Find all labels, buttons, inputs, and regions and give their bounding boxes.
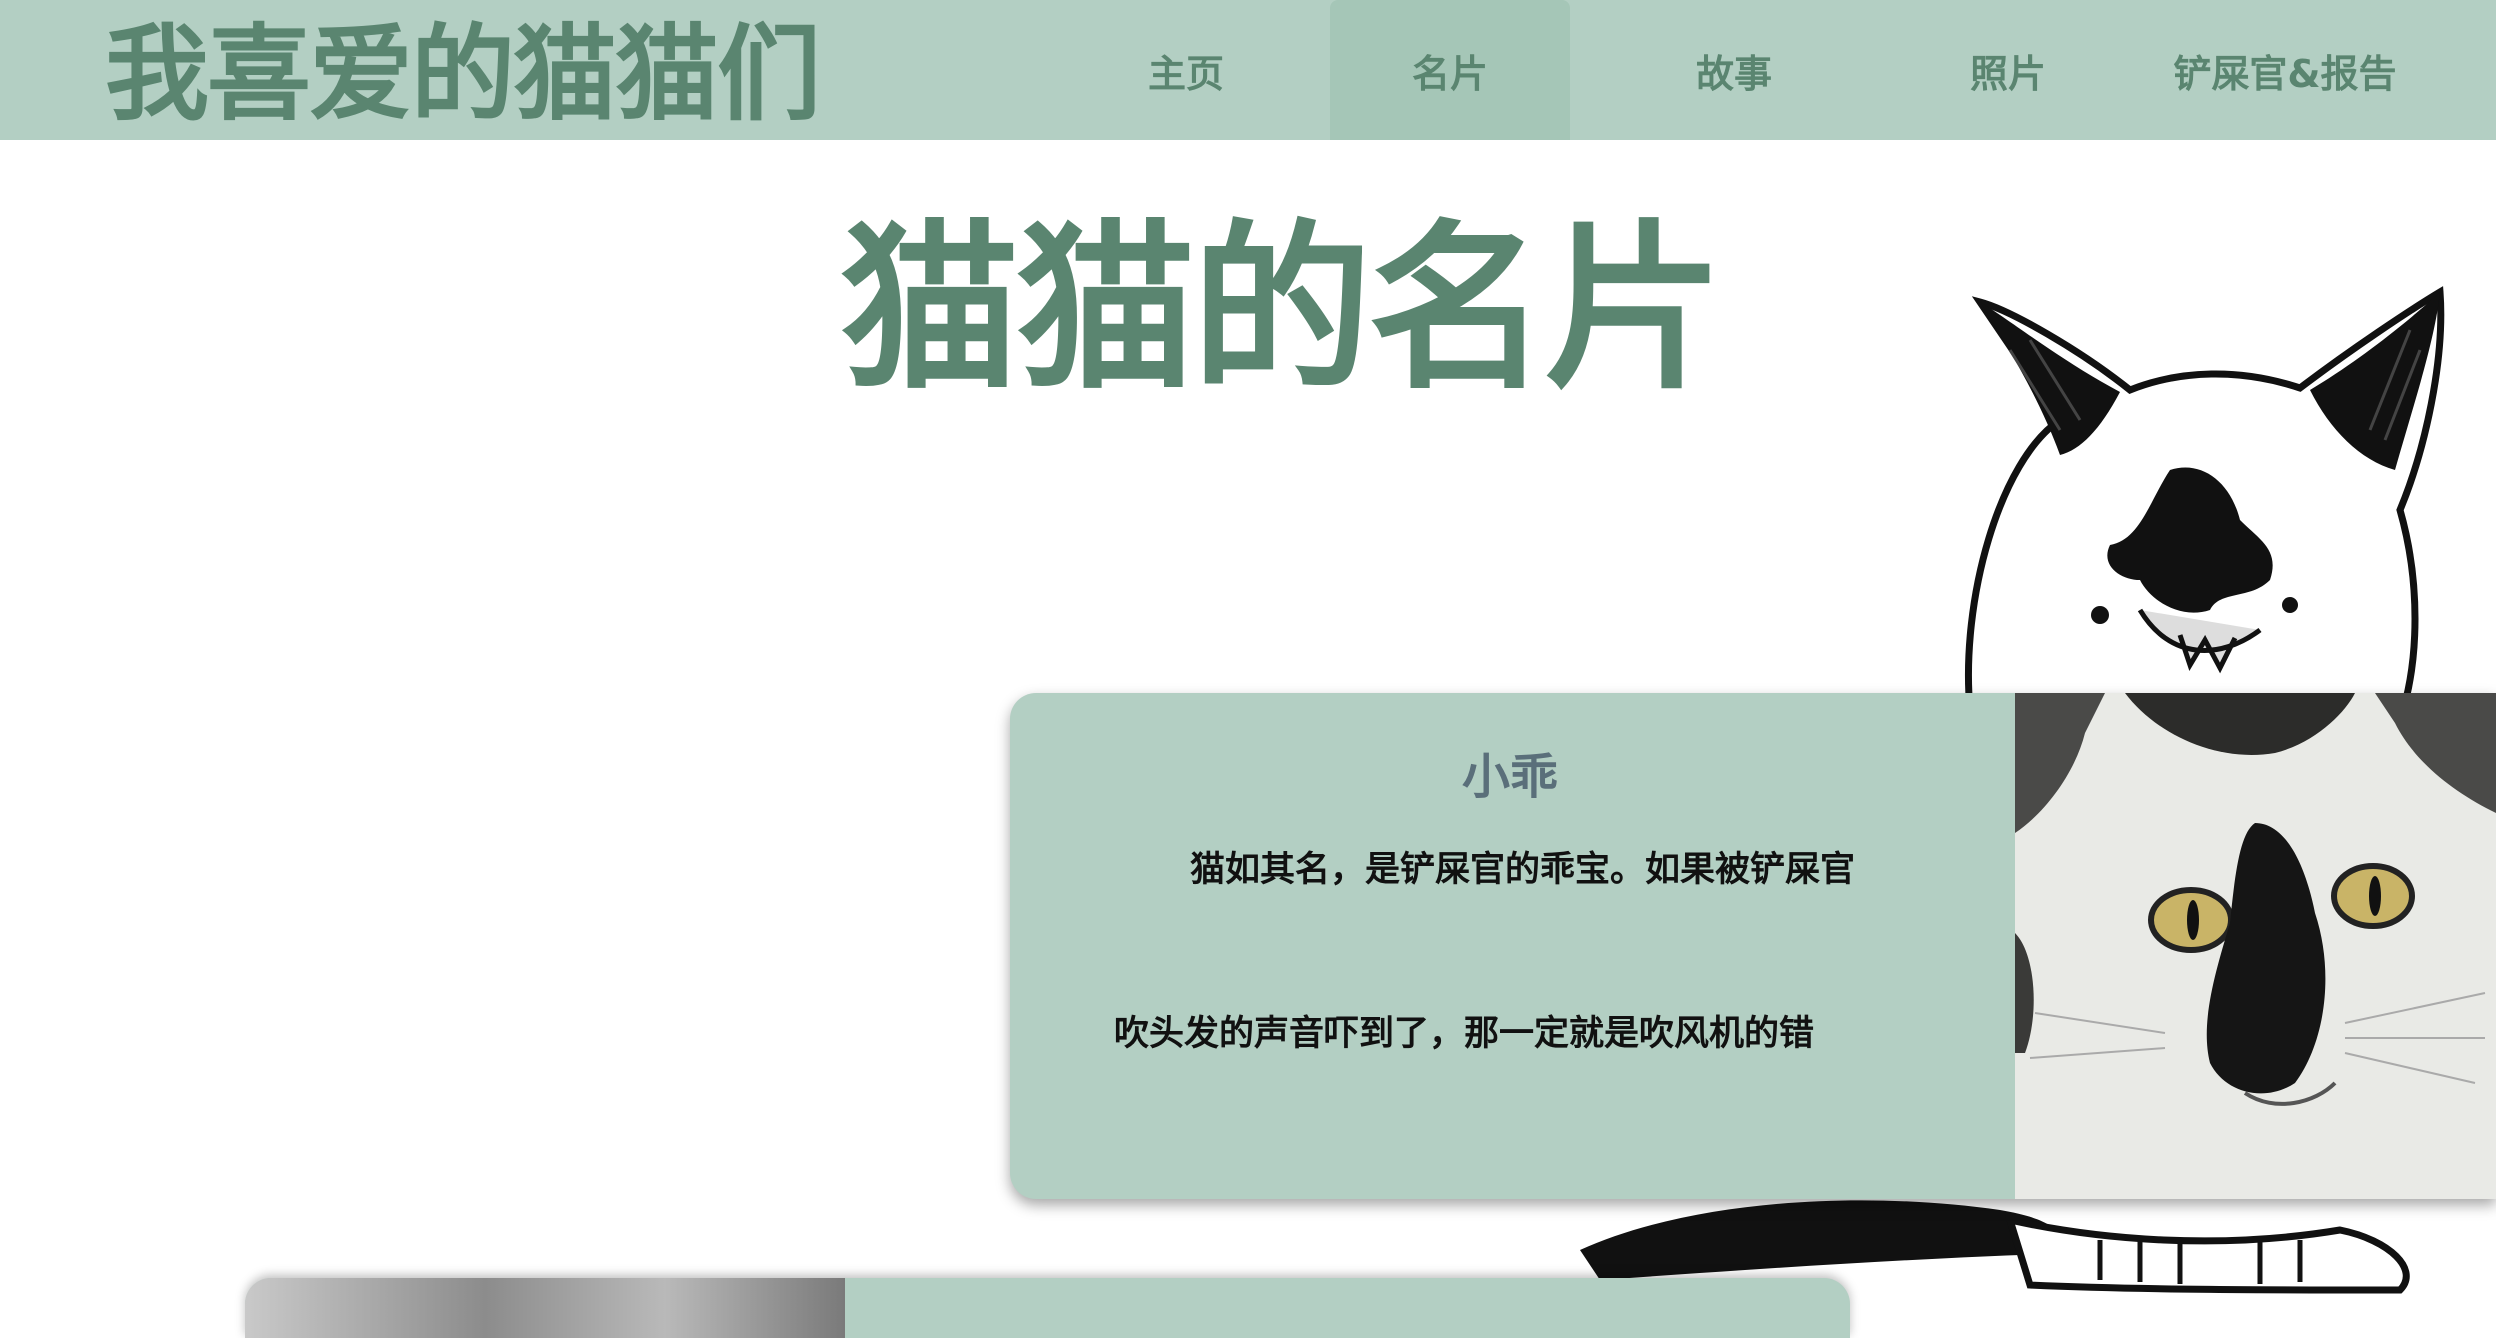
nav-owner-report[interactable]: 铲屎官&报告 bbox=[2160, 0, 2410, 140]
cat-description-line-1: 猫如其名，是铲屎官的乖宝。如果被铲屎官 bbox=[1190, 850, 1856, 890]
nav-cards[interactable]: 名片 bbox=[1330, 0, 1570, 140]
cat-card[interactable]: 小乖 猫如其名，是铲屎官的乖宝。如果被铲屎官 吹头发的声音吓到了，那一定就是吹风… bbox=[1010, 693, 2496, 1199]
cat-photo bbox=[2015, 693, 2496, 1199]
nav-home[interactable]: 主页 bbox=[1066, 0, 1306, 140]
nav-stories[interactable]: 故事 bbox=[1614, 0, 1854, 140]
cat-name: 小乖 bbox=[1461, 749, 1558, 805]
nav-photos[interactable]: 照片 bbox=[1888, 0, 2128, 140]
cat-card-2[interactable] bbox=[245, 1278, 1850, 1338]
top-navbar: 我喜爱的猫猫们 主页 名片 故事 照片 铲屎官&报告 bbox=[0, 0, 2496, 140]
cat-photo-2 bbox=[245, 1278, 845, 1338]
site-title[interactable]: 我喜爱的猫猫们 bbox=[105, 14, 821, 134]
cat-description-line-2: 吹头发的声音吓到了，那一定就是吹风机的错 bbox=[1114, 1014, 1815, 1054]
